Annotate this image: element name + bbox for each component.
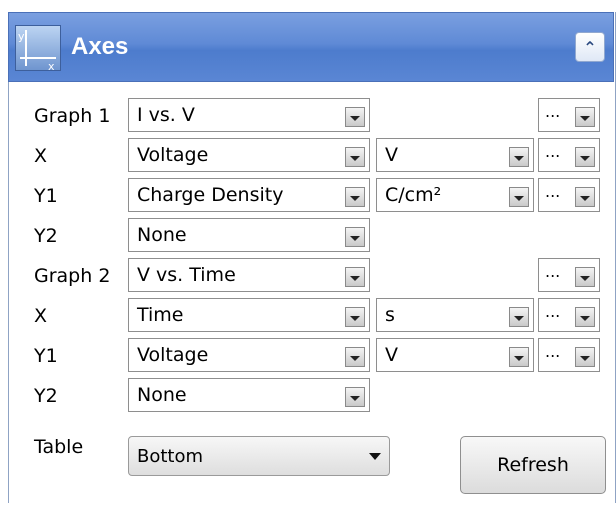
panel-header: y x Axes ⌃ bbox=[8, 12, 614, 82]
graph2-y1-value: Voltage bbox=[137, 344, 209, 366]
graph2-value: V vs. Time bbox=[137, 264, 236, 286]
collapse-button[interactable]: ⌃ bbox=[575, 32, 605, 62]
graph1-y1-value: Charge Density bbox=[137, 184, 284, 206]
more-label: ... bbox=[545, 302, 561, 321]
graph2-y1-unit: V bbox=[385, 344, 398, 366]
chevron-down-icon bbox=[575, 307, 595, 327]
chevron-down-icon bbox=[575, 267, 595, 287]
double-chevron-up-icon: ⌃ bbox=[583, 37, 597, 57]
chevron-down-icon bbox=[345, 267, 365, 287]
chevron-down-icon bbox=[345, 307, 365, 327]
graph1-y2-label: Y2 bbox=[34, 225, 58, 247]
graph2-y1-more-select[interactable]: ... bbox=[538, 338, 600, 372]
chevron-down-icon bbox=[575, 187, 595, 207]
graph2-y2-label: Y2 bbox=[34, 385, 58, 407]
graph1-y1-select[interactable]: Charge Density bbox=[128, 178, 370, 212]
more-label: ... bbox=[545, 102, 561, 121]
graph1-x-more-select[interactable]: ... bbox=[538, 138, 600, 172]
graph2-y2-value: None bbox=[137, 384, 187, 406]
more-label: ... bbox=[545, 262, 561, 281]
graph2-x-unit-select[interactable]: s bbox=[376, 298, 534, 332]
refresh-button[interactable]: Refresh bbox=[460, 436, 606, 494]
graph2-x-unit: s bbox=[385, 304, 395, 326]
chevron-down-icon bbox=[345, 147, 365, 167]
graph2-y2-select[interactable]: None bbox=[128, 378, 370, 412]
graph1-x-unit: V bbox=[385, 144, 398, 166]
graph1-value: I vs. V bbox=[137, 104, 195, 126]
graph2-y1-unit-select[interactable]: V bbox=[376, 338, 534, 372]
graph2-x-select[interactable]: Time bbox=[128, 298, 370, 332]
chevron-down-icon bbox=[575, 107, 595, 127]
table-label: Table bbox=[34, 436, 84, 458]
chevron-down-icon bbox=[509, 307, 529, 327]
graph1-y1-label: Y1 bbox=[34, 185, 58, 207]
more-label: ... bbox=[545, 342, 561, 361]
chevron-down-icon bbox=[575, 347, 595, 367]
graph2-x-label: X bbox=[34, 305, 48, 327]
chevron-down-icon bbox=[345, 227, 365, 247]
chevron-down-icon bbox=[345, 107, 365, 127]
graph1-more-select[interactable]: ... bbox=[538, 98, 600, 132]
axes-icon: y x bbox=[15, 25, 61, 73]
graph1-y1-unit-select[interactable]: C/cm² bbox=[376, 178, 534, 212]
chevron-down-icon bbox=[509, 187, 529, 207]
graph2-more-select[interactable]: ... bbox=[538, 258, 600, 292]
graph2-y1-label: Y1 bbox=[34, 345, 58, 367]
graph2-x-more-select[interactable]: ... bbox=[538, 298, 600, 332]
chevron-down-icon bbox=[509, 347, 529, 367]
caret-down-icon bbox=[369, 453, 381, 460]
refresh-label: Refresh bbox=[497, 454, 569, 476]
svg-text:y: y bbox=[18, 30, 25, 43]
graph1-y1-more-select[interactable]: ... bbox=[538, 178, 600, 212]
graph2-select[interactable]: V vs. Time bbox=[128, 258, 370, 292]
graph2-label: Graph 2 bbox=[34, 265, 111, 287]
more-label: ... bbox=[545, 142, 561, 161]
graph1-y2-select[interactable]: None bbox=[128, 218, 370, 252]
graph2-x-value: Time bbox=[137, 304, 184, 326]
chevron-down-icon bbox=[345, 387, 365, 407]
graph1-x-value: Voltage bbox=[137, 144, 209, 166]
graph1-x-unit-select[interactable]: V bbox=[376, 138, 534, 172]
panel-title: Axes bbox=[71, 33, 129, 60]
graph2-y1-select[interactable]: Voltage bbox=[128, 338, 370, 372]
graph1-x-label: X bbox=[34, 145, 48, 167]
chevron-down-icon bbox=[575, 147, 595, 167]
table-position-value: Bottom bbox=[137, 446, 204, 467]
graph1-y2-value: None bbox=[137, 224, 187, 246]
graph1-x-select[interactable]: Voltage bbox=[128, 138, 370, 172]
graph1-label: Graph 1 bbox=[34, 105, 111, 127]
chevron-down-icon bbox=[345, 187, 365, 207]
graph1-y1-unit: C/cm² bbox=[385, 184, 442, 206]
more-label: ... bbox=[545, 182, 561, 201]
chevron-down-icon bbox=[509, 147, 529, 167]
graph1-select[interactable]: I vs. V bbox=[128, 98, 370, 132]
svg-text:x: x bbox=[48, 60, 55, 70]
chevron-down-icon bbox=[345, 347, 365, 367]
table-position-select[interactable]: Bottom bbox=[128, 436, 390, 476]
